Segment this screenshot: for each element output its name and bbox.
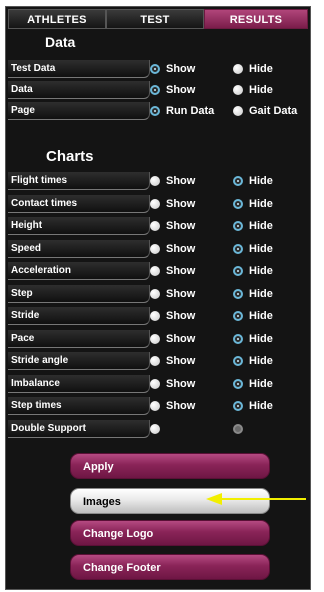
tab-test[interactable]: TEST [106, 9, 204, 29]
option-label-acceleration-b: Hide [249, 265, 273, 277]
radio-test-data-a[interactable] [150, 64, 160, 74]
radio-stride-b[interactable] [233, 311, 243, 321]
radio-pace-a[interactable] [150, 333, 160, 344]
option-label-pace-b: Hide [249, 332, 273, 345]
option-label-step-a: Show [166, 287, 196, 300]
charts-section-title: Charts [46, 148, 94, 165]
option-label-contact-times-a: Show [166, 197, 196, 210]
radio-height-b[interactable] [233, 221, 243, 231]
radio-flight-times-b[interactable] [233, 176, 243, 186]
tab-athletes[interactable]: ATHLETES [8, 9, 106, 29]
radio-double-support-a[interactable] [150, 423, 160, 434]
option-label-step-times-b: Hide [249, 400, 273, 412]
row-label-speed: Speed [8, 239, 150, 258]
option-label-contact-times-b: Hide [249, 197, 273, 210]
option-label-stride-a: Show [166, 310, 196, 322]
radio-page-b[interactable] [233, 106, 243, 116]
data-section-title: Data [45, 34, 76, 50]
arrow-left-icon [206, 493, 306, 505]
option-label-data-a: Show [166, 84, 196, 96]
row-label-contact-times: Contact times [8, 194, 150, 213]
option-label-step-times-a: Show [166, 400, 196, 412]
radio-test-data-b[interactable] [233, 64, 243, 74]
row-label-data: Data [8, 81, 150, 99]
row-label-double-support: Double Support [8, 419, 150, 438]
option-label-flight-times-a: Show [166, 175, 196, 187]
option-label-height-a: Show [166, 220, 196, 232]
row-label-pace: Pace [8, 329, 150, 348]
radio-acceleration-a[interactable] [150, 266, 160, 276]
row-label-stride: Stride [8, 307, 150, 325]
radio-stride-angle-b[interactable] [233, 356, 243, 366]
radio-pace-b[interactable] [233, 333, 243, 344]
option-label-speed-b: Hide [249, 242, 273, 255]
radio-flight-times-a[interactable] [150, 176, 160, 186]
radio-step-times-a[interactable] [150, 401, 160, 411]
option-label-test-data-a: Show [166, 63, 196, 75]
option-label-test-data-b: Hide [249, 63, 273, 75]
radio-data-a[interactable] [150, 85, 160, 95]
option-label-stride-b: Hide [249, 310, 273, 322]
radio-speed-a[interactable] [150, 243, 160, 254]
row-label-imbalance: Imbalance [8, 374, 150, 393]
row-label-page: Page [8, 102, 150, 120]
radio-step-b[interactable] [233, 288, 243, 299]
option-label-pace-a: Show [166, 332, 196, 345]
option-label-step-b: Hide [249, 287, 273, 300]
change-logo-button[interactable]: Change Logo [70, 520, 270, 546]
row-label-acceleration: Acceleration [8, 262, 150, 280]
radio-page-a[interactable] [150, 106, 160, 116]
radio-speed-b[interactable] [233, 243, 243, 254]
option-label-height-b: Hide [249, 220, 273, 232]
radio-contact-times-a[interactable] [150, 198, 160, 209]
radio-acceleration-b[interactable] [233, 266, 243, 276]
row-label-test-data: Test Data [8, 60, 150, 78]
option-label-imbalance-b: Hide [249, 377, 273, 390]
radio-double-support-b[interactable] [233, 423, 243, 434]
tab-results[interactable]: RESULTS [204, 9, 308, 29]
change-footer-button[interactable]: Change Footer [70, 554, 270, 580]
option-label-stride-angle-a: Show [166, 355, 196, 367]
radio-stride-a[interactable] [150, 311, 160, 321]
option-label-acceleration-a: Show [166, 265, 196, 277]
option-label-flight-times-b: Hide [249, 175, 273, 187]
row-label-flight-times: Flight times [8, 172, 150, 190]
radio-data-b[interactable] [233, 85, 243, 95]
radio-imbalance-a[interactable] [150, 378, 160, 389]
row-label-stride-angle: Stride angle [8, 352, 150, 370]
option-label-imbalance-a: Show [166, 377, 196, 390]
radio-step-times-b[interactable] [233, 401, 243, 411]
option-label-data-b: Hide [249, 84, 273, 96]
row-label-height: Height [8, 217, 150, 235]
row-label-step-times: Step times [8, 397, 150, 415]
option-label-page-a: Run Data [166, 105, 215, 117]
radio-step-a[interactable] [150, 288, 160, 299]
radio-height-a[interactable] [150, 221, 160, 231]
radio-contact-times-b[interactable] [233, 198, 243, 209]
radio-stride-angle-a[interactable] [150, 356, 160, 366]
option-label-stride-angle-b: Hide [249, 355, 273, 367]
apply-button[interactable]: Apply [70, 453, 270, 479]
option-label-page-b: Gait Data [249, 105, 298, 117]
option-label-speed-a: Show [166, 242, 196, 255]
radio-imbalance-b[interactable] [233, 378, 243, 389]
row-label-step: Step [8, 284, 150, 303]
